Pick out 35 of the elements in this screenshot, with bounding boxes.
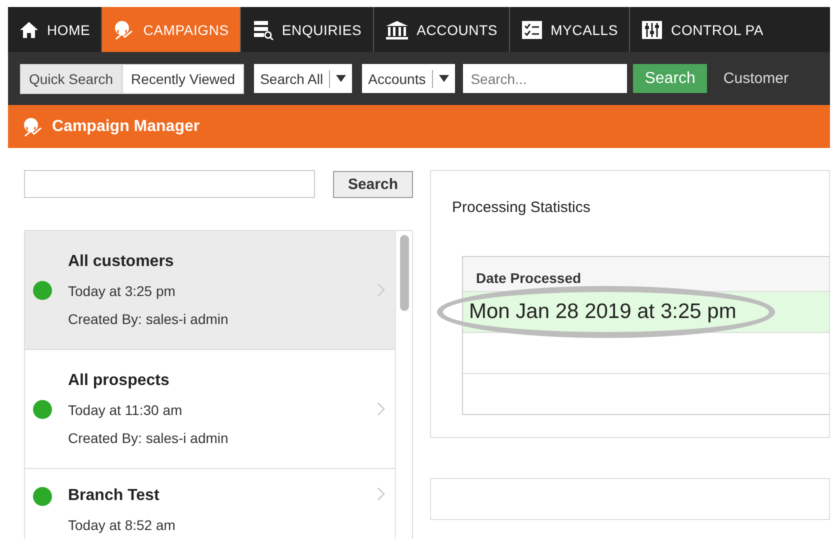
customer-link[interactable]: Customer	[723, 70, 788, 87]
campaign-name: All customers	[68, 253, 175, 271]
campaign-item[interactable]: All customers Today at 3:25 pm Created By: sales-i admin	[25, 231, 395, 350]
money-growth-icon	[22, 116, 44, 136]
scrollbar-thumb[interactable]	[400, 235, 408, 311]
chevron-right-icon	[377, 402, 385, 416]
search-mode-tab[interactable]: Quick Search	[20, 64, 122, 94]
caret-icon	[438, 75, 449, 82]
card-title: Processing Statistics	[452, 199, 592, 216]
search-field[interactable]: Search...	[462, 64, 627, 93]
nav-tab[interactable]: CONTROL PA	[630, 7, 768, 52]
campaign-time: Today at 3:25 pm	[68, 283, 176, 299]
dropdown[interactable]: Search All	[254, 64, 352, 93]
money-growth-icon	[113, 20, 136, 40]
caret-icon	[336, 75, 346, 82]
sliders-icon	[641, 20, 664, 40]
checklist-icon	[520, 20, 543, 40]
campaign-search-field[interactable]	[24, 170, 315, 198]
date-processed-value: Mon Jan 28 2019 at 3:25 pm	[469, 300, 736, 324]
page-title: Campaign Manager	[52, 118, 200, 136]
bank-icon	[384, 20, 409, 40]
campaign-name: Branch Test	[68, 487, 160, 505]
campaign-time: Today at 8:52 am	[68, 517, 176, 533]
campaign-creator: Created By: sales-i admin	[68, 311, 230, 327]
dropdown[interactable]: Accounts	[362, 64, 455, 93]
column-header: Date Processed	[463, 257, 829, 292]
home-icon	[19, 20, 39, 38]
search-button[interactable]: Search	[332, 170, 413, 198]
campaign-creator: Created By: sales-i admin	[68, 430, 230, 446]
server-search-icon	[252, 20, 274, 40]
chevron-right-icon	[377, 283, 385, 297]
campaign-name: All prospects	[68, 372, 170, 390]
search-mode-tab[interactable]: Recently Viewed	[122, 64, 244, 94]
chevron-right-icon	[377, 487, 385, 501]
campaign-time: Today at 11:30 am	[68, 402, 184, 418]
